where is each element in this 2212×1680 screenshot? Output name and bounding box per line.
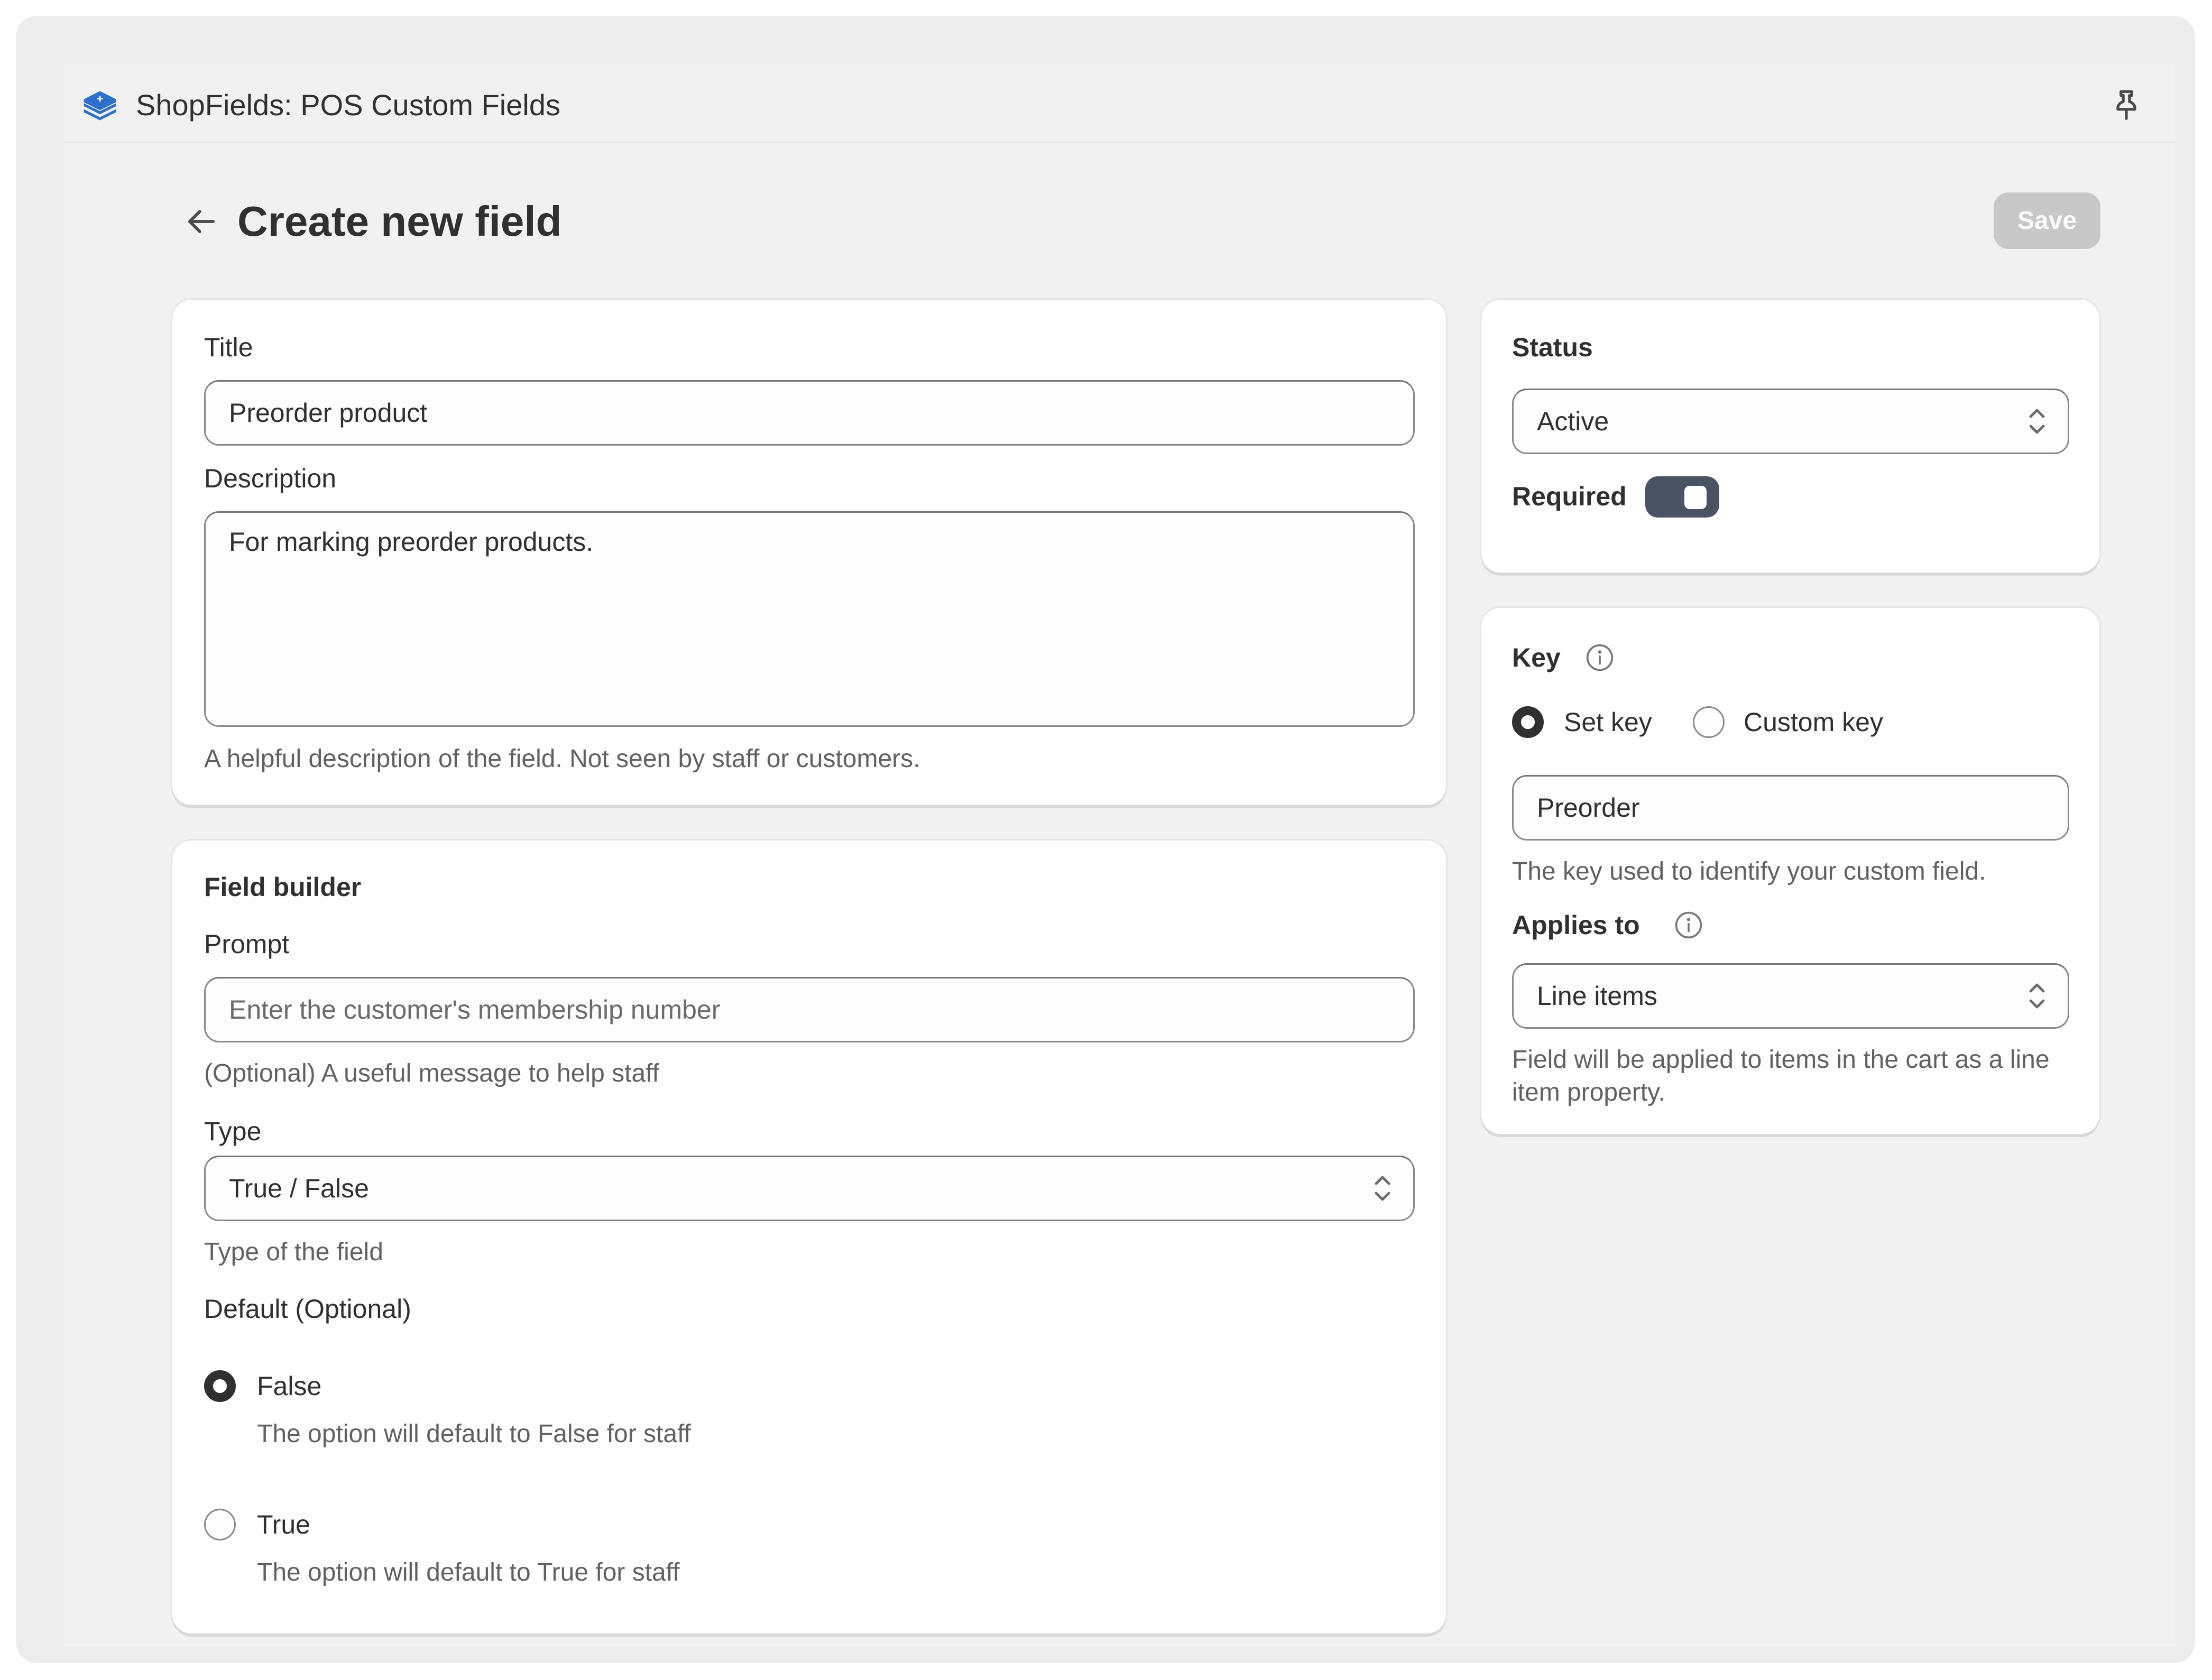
details-card: Title Preorder product Description For m… — [172, 300, 1446, 805]
required-label: Required — [1512, 482, 1627, 511]
arrow-left-icon[interactable] — [181, 201, 222, 242]
prompt-help-text: (Optional) A useful message to help staf… — [204, 1059, 659, 1087]
title-label: Title — [204, 333, 253, 362]
page-title: Create new field — [237, 198, 562, 245]
prompt-placeholder: Enter the customer's membership number — [229, 995, 721, 1024]
required-toggle[interactable] — [1645, 476, 1719, 518]
type-select[interactable]: True / False — [204, 1156, 1415, 1221]
default-false-radio[interactable] — [204, 1370, 236, 1402]
key-help-text: The key used to identify your custom fie… — [1512, 857, 1986, 885]
type-help-text: Type of the field — [204, 1238, 383, 1266]
pin-icon[interactable] — [2108, 86, 2145, 123]
default-label: Default (Optional) — [204, 1294, 411, 1324]
app-header: ShopFields: POS Custom Fields — [64, 64, 2176, 143]
default-false-help: The option will default to False for sta… — [257, 1420, 691, 1448]
save-button[interactable]: Save — [1994, 192, 2100, 249]
applies-to-select-value: Line items — [1537, 981, 1657, 1011]
default-true-help: The option will default to True for staf… — [257, 1558, 680, 1586]
status-card: Status Active Required — [1481, 300, 2099, 573]
layers-stack-icon — [84, 91, 116, 121]
default-false-label: False — [257, 1371, 322, 1401]
field-builder-heading: Field builder — [204, 872, 362, 902]
app-title: ShopFields: POS Custom Fields — [136, 88, 560, 122]
description-textarea[interactable]: For marking preorder products. — [204, 511, 1415, 727]
key-input-value: Preorder — [1537, 793, 1640, 823]
applies-to-help-text: Field will be applied to items in the ca… — [1512, 1046, 2050, 1106]
status-select[interactable]: Active — [1512, 389, 2069, 454]
app-panel: ShopFields: POS Custom Fields Create new… — [64, 64, 2176, 1647]
select-chevrons-icon — [2029, 409, 2045, 434]
prompt-input[interactable]: Enter the customer's membership number — [204, 977, 1415, 1042]
set-key-label: Set key — [1564, 707, 1652, 737]
select-chevrons-icon — [2029, 983, 2045, 1009]
custom-key-radio[interactable] — [1693, 706, 1725, 738]
default-true-label: True — [257, 1510, 310, 1539]
type-label: Type — [204, 1116, 262, 1146]
applies-to-label: Applies to — [1512, 910, 1640, 940]
applies-to-select[interactable]: Line items — [1512, 963, 2069, 1029]
app-frame: ShopFields: POS Custom Fields Create new… — [16, 16, 2195, 1663]
custom-key-label: Custom key — [1744, 707, 1883, 737]
set-key-radio[interactable] — [1512, 706, 1544, 738]
description-label: Description — [204, 464, 337, 493]
select-chevrons-icon — [1375, 1176, 1390, 1201]
description-help-text: A helpful description of the field. Not … — [204, 745, 920, 773]
description-value: For marking preorder products. — [229, 527, 594, 557]
toggle-knob — [1684, 486, 1707, 509]
title-input-value: Preorder product — [229, 398, 428, 428]
info-icon[interactable] — [1674, 910, 1703, 940]
key-input[interactable]: Preorder — [1512, 775, 2069, 841]
field-builder-card: Field builder Prompt Enter the customer'… — [172, 841, 1446, 1633]
title-input[interactable]: Preorder product — [204, 380, 1415, 446]
info-icon[interactable] — [1585, 643, 1615, 672]
prompt-label: Prompt — [204, 929, 290, 959]
default-true-radio[interactable] — [204, 1509, 236, 1540]
key-label: Key — [1512, 643, 1561, 672]
type-select-value: True / False — [229, 1174, 369, 1203]
status-label: Status — [1512, 333, 1593, 362]
key-card: Key Set key Custom key Preorder The key … — [1481, 608, 2099, 1134]
status-select-value: Active — [1537, 407, 1609, 436]
